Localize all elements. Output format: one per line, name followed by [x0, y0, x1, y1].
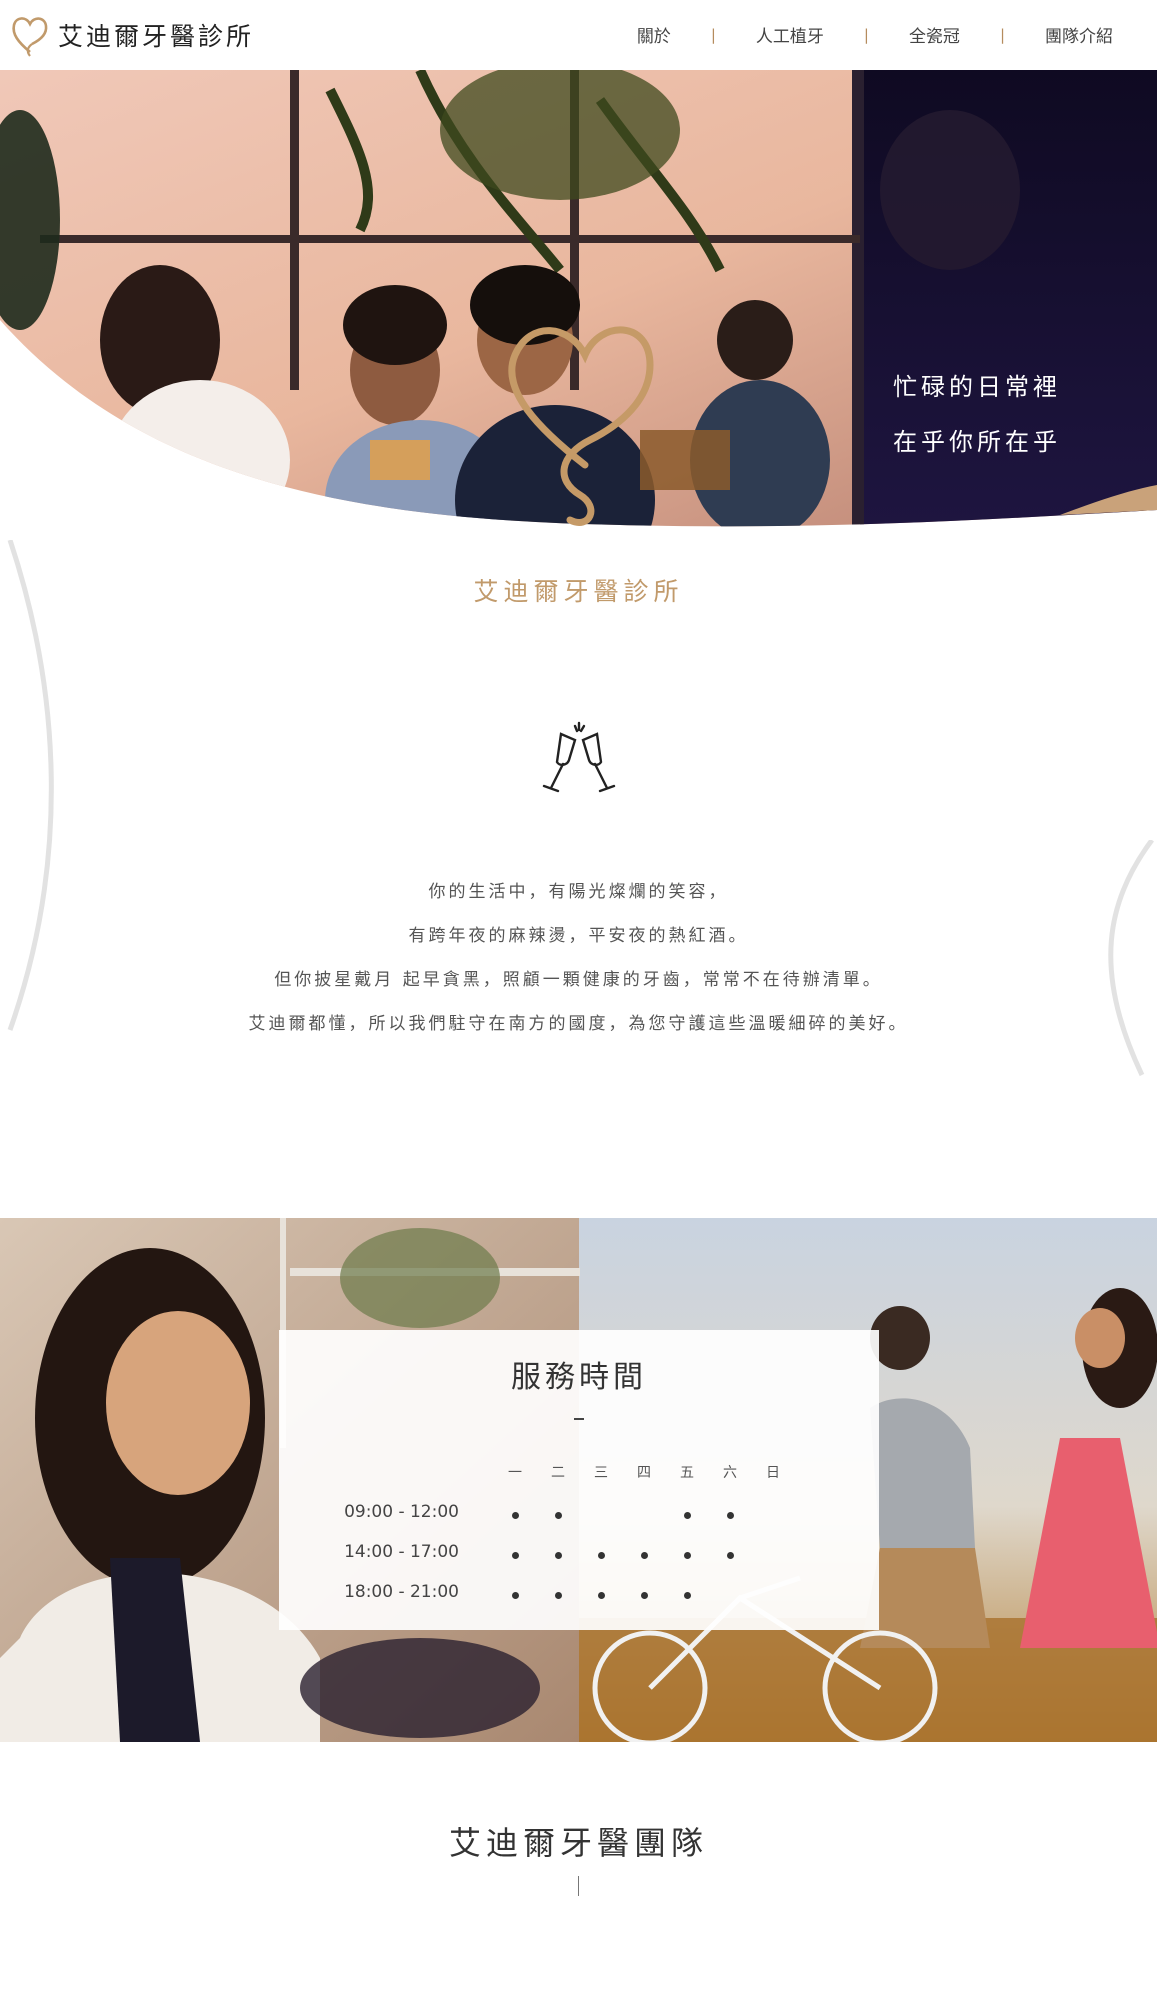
schedule-open-dot [555, 1552, 562, 1559]
intro-line: 有跨年夜的麻辣燙，平安夜的熱紅酒。 [408, 926, 749, 946]
day-header-wed: 三 [594, 1465, 608, 1481]
schedule-open-dot [598, 1552, 605, 1559]
service-hours-card: 服務時間 一 二 三 四 五 六 日 09:00 - 12:00 14:00 -… [279, 1330, 879, 1630]
nav-separator: | [863, 25, 869, 44]
brand-logo-link[interactable]: 艾迪爾牙醫診所 [10, 10, 254, 58]
day-header-sun: 日 [766, 1465, 780, 1481]
schedule-open-dot [512, 1552, 519, 1559]
day-header-thu: 四 [637, 1465, 651, 1481]
main-nav: 關於 | 人工植牙 | 全瓷冠 | 團隊介紹 [633, 22, 1117, 48]
nav-separator: | [999, 25, 1005, 44]
schedule-open-dot [727, 1552, 734, 1559]
title-divider [574, 1418, 584, 1420]
schedule-open-dot [727, 1512, 734, 1519]
service-hours-section: 服務時間 一 二 三 四 五 六 日 09:00 - 12:00 14:00 -… [0, 1218, 1157, 1742]
hero-tagline-line: 在乎你所在乎 [893, 428, 1061, 456]
team-title-divider [578, 1876, 579, 1896]
heart-logo-icon [12, 17, 48, 57]
nav-item-about[interactable]: 關於 [633, 22, 675, 47]
team-section-title: 艾迪爾牙醫團隊 [448, 1824, 708, 1862]
intro-line: 你的生活中，有陽光燦爛的笑容， [428, 882, 729, 902]
day-header-sat: 六 [723, 1465, 737, 1481]
site-header: 艾迪爾牙醫診所 關於 | 人工植牙 | 全瓷冠 | 團隊介紹 [0, 0, 1157, 70]
nav-item-crown[interactable]: 全瓷冠 [905, 22, 964, 47]
nav-item-team[interactable]: 團隊介紹 [1041, 22, 1117, 47]
schedule-open-dot [512, 1512, 519, 1519]
schedule-open-dot [512, 1592, 519, 1599]
intro-line: 但你披星戴月 起早貪黑，照顧一顆健康的牙齒，常常不在待辦清單。 [274, 970, 883, 990]
service-hours-title: 服務時間 [511, 1360, 647, 1395]
time-slot-afternoon: 14:00 - 17:00 [344, 1542, 459, 1562]
time-slot-evening: 18:00 - 21:00 [344, 1582, 459, 1602]
schedule-open-dot [641, 1592, 648, 1599]
day-header-tue: 二 [551, 1465, 565, 1481]
intro-text: 你的生活中，有陽光燦爛的笑容， 有跨年夜的麻辣燙，平安夜的熱紅酒。 但你披星戴月… [0, 870, 1157, 1046]
hero-banner: 忙碌的日常裡 在乎你所在乎 [0, 70, 1157, 530]
time-slot-morning: 09:00 - 12:00 [344, 1502, 459, 1522]
day-header-fri: 五 [680, 1465, 694, 1481]
hero-tagline: 忙碌的日常裡 在乎你所在乎 [893, 360, 1061, 470]
clinic-name-heading: 艾迪爾牙醫診所 [473, 577, 684, 606]
schedule-open-dot [684, 1592, 691, 1599]
nav-item-implant[interactable]: 人工植牙 [752, 22, 828, 47]
schedule-open-dot [684, 1512, 691, 1519]
hero-tagline-line: 忙碌的日常裡 [893, 373, 1061, 401]
toast-glasses-icon [542, 721, 616, 793]
brand-name: 艾迪爾牙醫診所 [58, 22, 255, 51]
schedule-open-dot [641, 1552, 648, 1559]
schedule-open-dot [598, 1592, 605, 1599]
schedule-open-dot [555, 1512, 562, 1519]
schedule-open-dot [684, 1552, 691, 1559]
nav-separator: | [710, 25, 716, 44]
day-header-mon: 一 [508, 1465, 522, 1481]
intro-line: 艾迪爾都懂，所以我們駐守在南方的國度，為您守護這些溫暖細碎的美好。 [248, 1014, 909, 1034]
schedule-open-dot [555, 1592, 562, 1599]
